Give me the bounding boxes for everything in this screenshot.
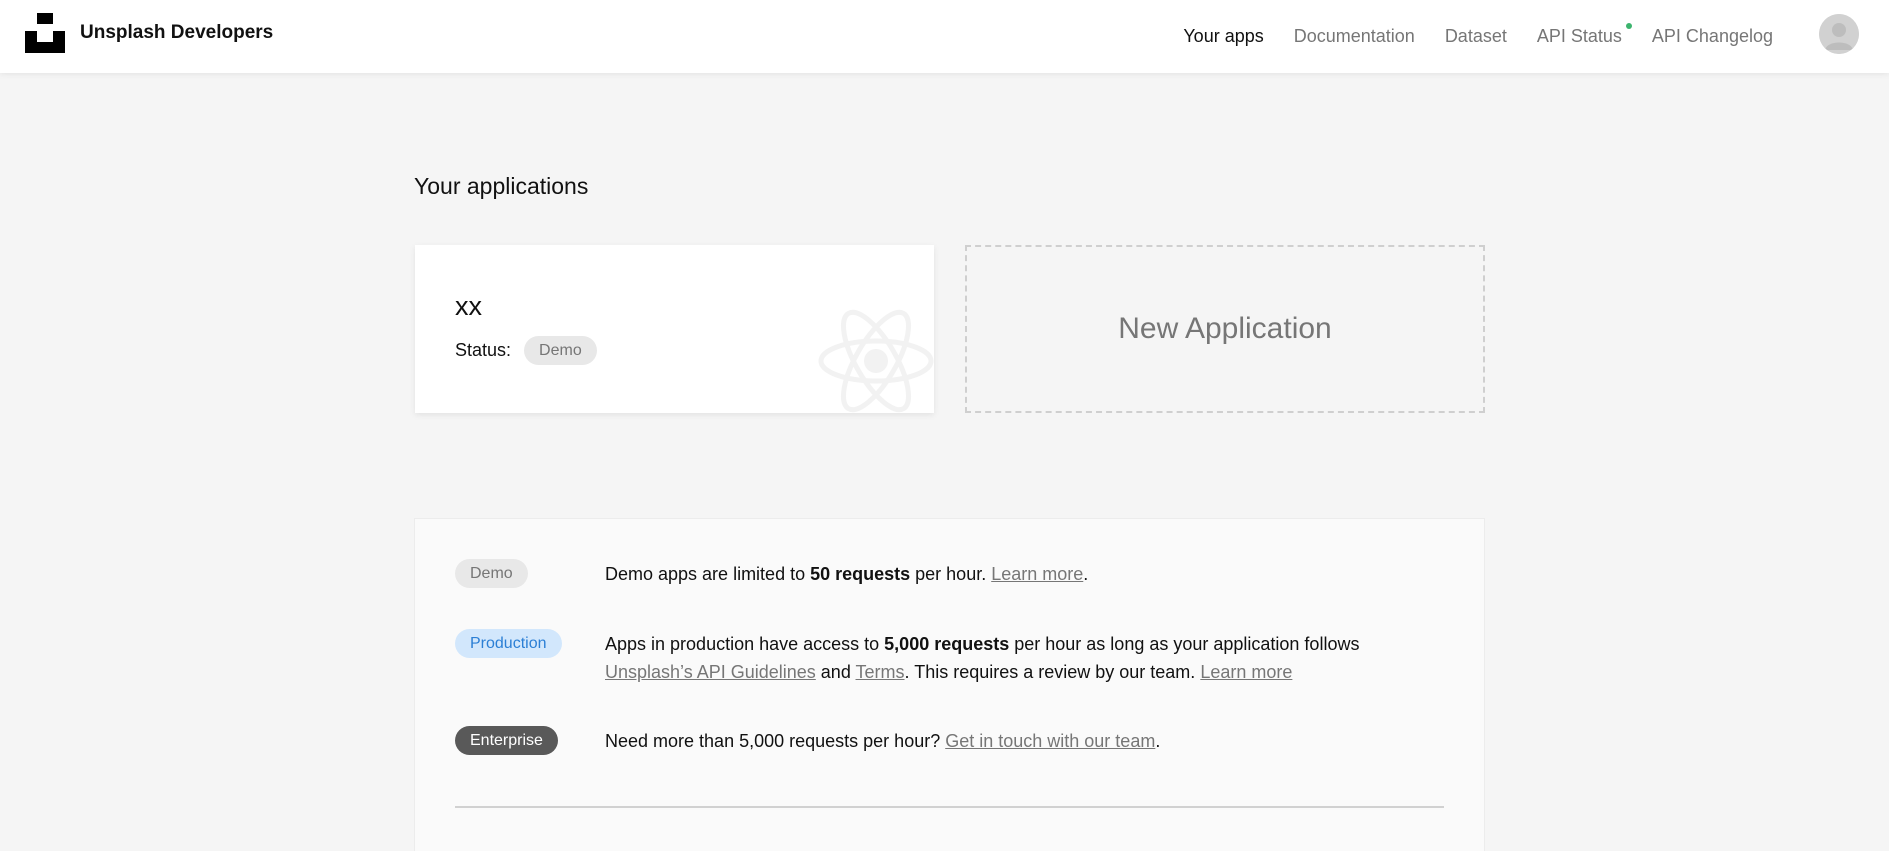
demo-text: Demo apps are limited to	[605, 564, 811, 584]
nav-api-status[interactable]: API Status	[1536, 23, 1632, 47]
app-status: Status: Demo	[455, 336, 597, 365]
app-name: xx	[455, 291, 482, 321]
tier-info-box: Demo Demo apps are limited to 50 request…	[414, 518, 1485, 851]
nav-api-status-label: API Status	[1536, 26, 1622, 46]
nav-documentation[interactable]: Documentation	[1294, 26, 1415, 47]
enterprise-text: Need more than 5,000 requests per hour?	[605, 731, 946, 751]
demo-badge: Demo	[455, 559, 528, 588]
demo-text-after: per hour.	[910, 564, 992, 584]
enterprise-end: .	[1155, 731, 1161, 751]
atom-icon	[818, 309, 934, 413]
demo-learn-more-link[interactable]: Learn more	[991, 564, 1083, 584]
nav-dataset[interactable]: Dataset	[1445, 26, 1507, 47]
main-nav: Your apps Documentation Dataset API Stat…	[1153, 0, 1773, 73]
user-avatar-icon	[1819, 14, 1859, 54]
production-description: Apps in production have access to 5,000 …	[605, 629, 1444, 686]
demo-end: .	[1083, 564, 1089, 584]
divider	[455, 806, 1444, 808]
app-status-label: Status:	[455, 340, 512, 360]
production-and: and	[815, 662, 856, 682]
app-status-badge: Demo	[524, 336, 597, 365]
app-card[interactable]: xx Status: Demo	[415, 245, 934, 413]
production-badge: Production	[455, 629, 562, 658]
brand-title[interactable]: Unsplash Developers	[80, 22, 273, 44]
top-header: Unsplash Developers Your apps Documentat…	[0, 0, 1889, 73]
enterprise-description: Need more than 5,000 requests per hour? …	[605, 726, 1160, 755]
contact-team-link[interactable]: Get in touch with our team	[945, 731, 1155, 751]
enterprise-badge: Enterprise	[455, 726, 558, 755]
nav-api-changelog[interactable]: API Changelog	[1652, 26, 1773, 47]
demo-description: Demo apps are limited to 50 requests per…	[605, 559, 1088, 588]
production-text-middle: per hour as long as your application fol…	[1009, 634, 1360, 654]
api-guidelines-link[interactable]: Unsplash’s API Guidelines	[605, 662, 816, 682]
production-limit: 5,000 requests	[884, 634, 1010, 654]
tier-row-demo: Demo Demo apps are limited to 50 request…	[455, 559, 1444, 588]
new-application-button[interactable]: New Application	[965, 245, 1485, 413]
page-title: Your applications	[414, 173, 589, 199]
tier-row-production: Production Apps in production have acces…	[455, 629, 1444, 686]
production-text-after: . This requires a review by our team.	[904, 662, 1201, 682]
nav-your-apps[interactable]: Your apps	[1183, 26, 1263, 47]
user-avatar[interactable]	[1819, 14, 1859, 54]
demo-limit: 50 requests	[810, 564, 911, 584]
terms-link[interactable]: Terms	[856, 662, 905, 682]
status-dot-icon	[1625, 23, 1632, 29]
tier-row-enterprise: Enterprise Need more than 5,000 requests…	[455, 726, 1444, 755]
production-learn-more-link[interactable]: Learn more	[1200, 662, 1292, 682]
unsplash-logo-icon[interactable]	[25, 13, 65, 53]
production-text: Apps in production have access to	[605, 634, 885, 654]
